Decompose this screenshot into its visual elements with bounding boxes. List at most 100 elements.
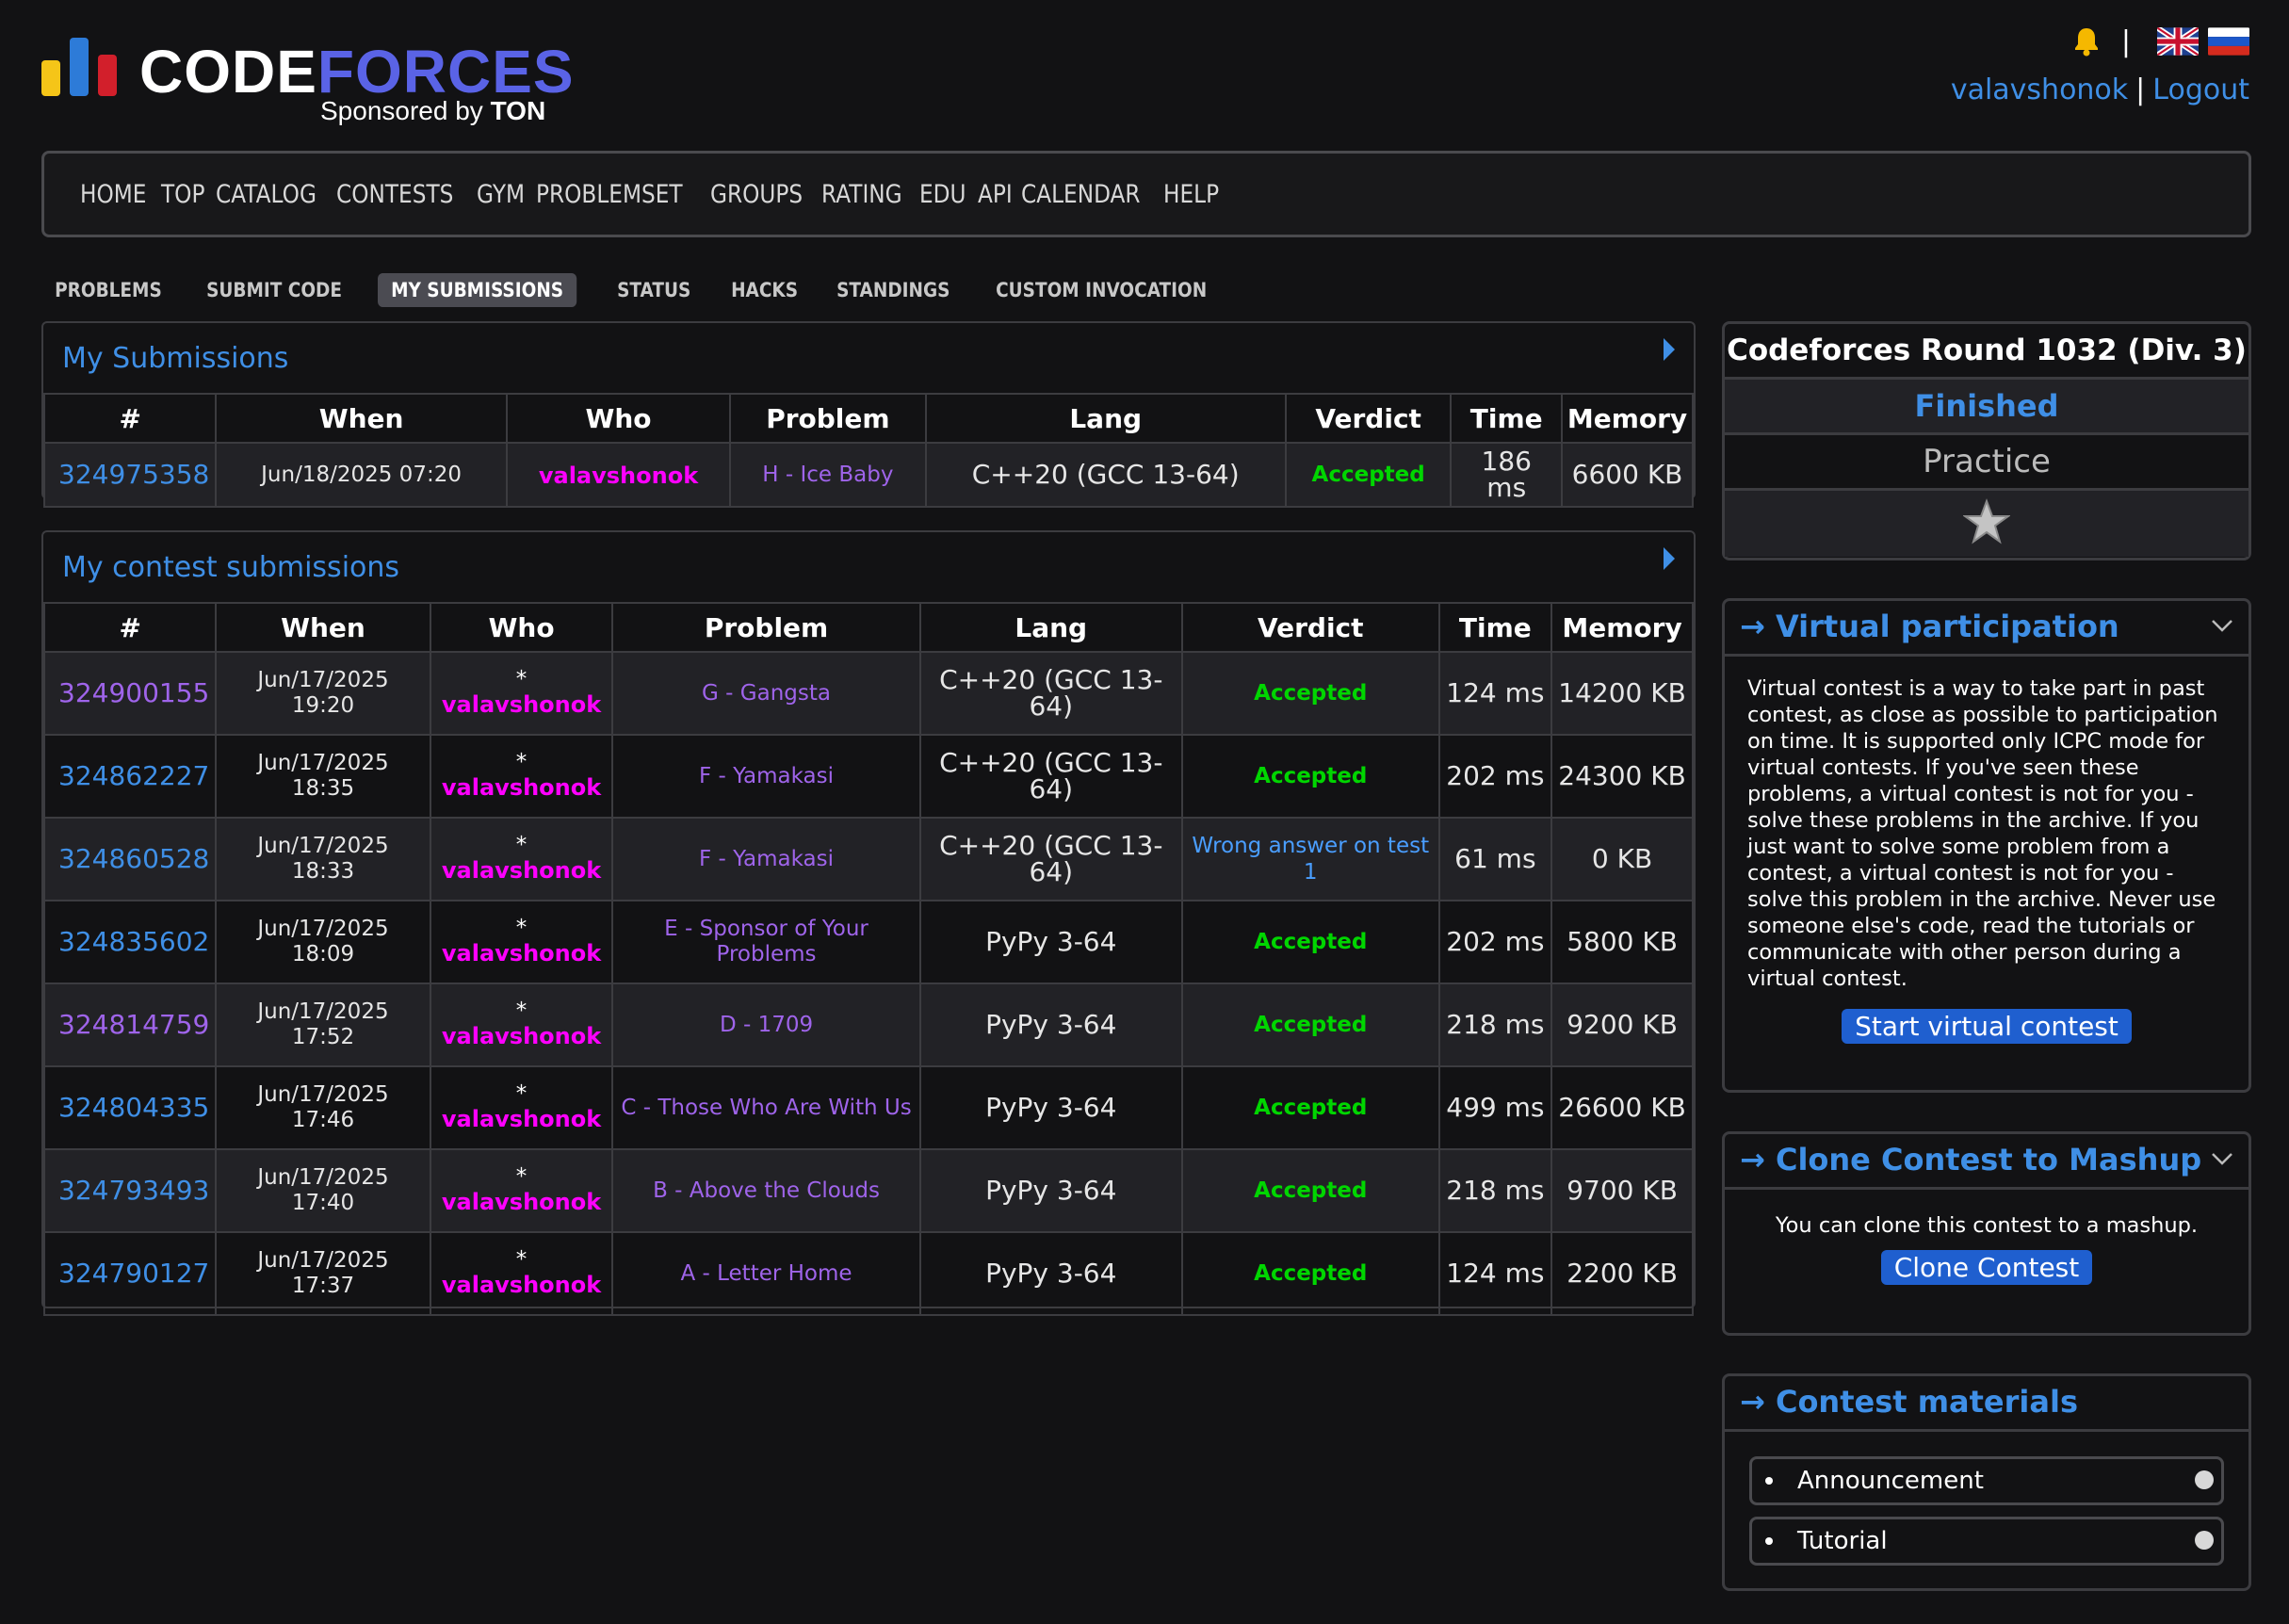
main-menu-item-help[interactable]: HELP — [1163, 180, 1219, 209]
virtual-marker: * — [515, 1163, 528, 1189]
table-row: 324790127 Jun/17/2025 17:37 * valavshonok A -… — [42, 1231, 1694, 1316]
column-header: Who — [429, 602, 614, 653]
main-menu: HOME TOP CATALOG CONTESTS GYM PROBLEMSET GROUP… — [41, 151, 2251, 237]
main-menu-item-rating[interactable]: RATING — [821, 180, 902, 209]
virtual-marker: * — [515, 749, 528, 774]
submission-time: 202 ms — [1437, 734, 1553, 819]
main-menu-item-catalog[interactable]: CATALOG — [216, 180, 317, 209]
submission-id-link[interactable]: 324835602 — [58, 926, 209, 957]
problem-link[interactable]: F - Yamakasi — [699, 764, 834, 788]
clone-contest-button[interactable]: Clone Contest — [1880, 1250, 2093, 1285]
material-label: Announcement — [1797, 1467, 1984, 1495]
author-link[interactable]: valavshonok — [442, 1272, 601, 1298]
chevron-down-icon[interactable] — [2211, 1147, 2233, 1170]
main-menu-item-gym[interactable]: GYM — [477, 180, 525, 209]
expand-arrow-icon[interactable] — [1664, 338, 1675, 361]
submission-id-link[interactable]: 324804335 — [58, 1092, 209, 1123]
close-icon[interactable] — [2195, 1470, 2214, 1489]
logout-link[interactable]: Logout — [2152, 73, 2249, 106]
problem-link[interactable]: A - Letter Home — [680, 1261, 852, 1286]
submission-id-link[interactable]: 324790127 — [58, 1258, 209, 1289]
author-link[interactable]: valavshonok — [442, 691, 601, 718]
submenu-item-custom-invocation[interactable]: CUSTOM INVOCATION — [982, 273, 1220, 307]
author-link[interactable]: valavshonok — [442, 1189, 601, 1215]
verdict-accepted[interactable]: Accepted — [1254, 1178, 1367, 1203]
problem-link[interactable]: C - Those Who Are With Us — [621, 1096, 911, 1120]
column-header: Verdict — [1284, 393, 1453, 444]
header-user-separator: | — [2135, 73, 2146, 106]
author-link[interactable]: valavshonok — [442, 1106, 601, 1132]
submission-time: 124 ms — [1437, 1231, 1553, 1316]
main-menu-item-problemset[interactable]: PROBLEMSET — [536, 180, 683, 209]
main-menu-item-api[interactable]: API — [978, 180, 1013, 209]
material-item-tutorial[interactable]: Tutorial — [1749, 1517, 2224, 1566]
favorite-star-icon[interactable] — [1961, 498, 2012, 545]
virtual-participation-text: Virtual contest is a way to take part in… — [1747, 676, 2218, 991]
clone-contest-text: You can clone this contest to a mashup. — [1775, 1213, 2199, 1238]
submenu-item-submit-code[interactable]: SUBMIT CODE — [193, 273, 355, 307]
verdict-accepted[interactable]: Accepted — [1254, 1096, 1367, 1120]
close-icon[interactable] — [2195, 1531, 2214, 1550]
submission-clock: 17:37 — [291, 1274, 355, 1298]
submission-id-link[interactable]: 324975358 — [58, 459, 209, 490]
chevron-down-icon[interactable] — [2211, 614, 2233, 637]
main-menu-item-top[interactable]: TOP — [161, 180, 204, 209]
codeforces-logo[interactable]: CODEFORCES Sponsored by TON — [41, 36, 574, 130]
username-link[interactable]: valavshonok — [1951, 73, 2128, 106]
main-menu-item-calendar[interactable]: CALENDAR — [1021, 180, 1141, 209]
submission-id-link[interactable]: 324862227 — [58, 760, 209, 791]
english-flag-icon[interactable] — [2157, 27, 2199, 56]
header-separator: | — [2120, 24, 2131, 58]
verdict-accepted[interactable]: Accepted — [1254, 764, 1367, 788]
main-menu-item-groups[interactable]: GROUPS — [710, 180, 803, 209]
main-menu-item-contests[interactable]: CONTESTS — [336, 180, 453, 209]
contest-name[interactable]: Codeforces Round 1032 (Div. 3) — [1725, 324, 2248, 377]
submission-id-link[interactable]: 324860528 — [58, 843, 209, 874]
submission-lang: PyPy 3-64 — [918, 983, 1183, 1067]
author-link[interactable]: valavshonok — [442, 774, 601, 801]
problem-link[interactable]: E - Sponsor of Your Problems — [664, 917, 869, 966]
submission-date: Jun/17/2025 — [257, 1248, 389, 1273]
virtual-participation-box: → Virtual participation Virtual contest … — [1722, 598, 2251, 1093]
submission-date: Jun/17/2025 — [257, 999, 389, 1024]
main-menu-item-home[interactable]: HOME — [80, 180, 146, 209]
submission-clock: 17:46 — [291, 1108, 355, 1132]
author-link[interactable]: valavshonok — [442, 1023, 601, 1049]
submission-lang: PyPy 3-64 — [918, 1231, 1183, 1316]
submenu-item-standings[interactable]: STANDINGS — [823, 273, 964, 307]
verdict-accepted[interactable]: Accepted — [1254, 681, 1367, 706]
problem-link[interactable]: H - Ice Baby — [762, 463, 893, 487]
author-link[interactable]: valavshonok — [442, 857, 601, 884]
submission-id-link[interactable]: 324900155 — [58, 677, 209, 708]
submenu-item-problems[interactable]: PROBLEMS — [41, 273, 175, 307]
main-menu-item-edu[interactable]: EDU — [919, 180, 966, 209]
notification-bell-icon[interactable] — [2070, 25, 2102, 57]
verdict-accepted[interactable]: Accepted — [1312, 463, 1425, 487]
submission-date: Jun/17/2025 — [257, 668, 389, 692]
author-link[interactable]: valavshonok — [539, 463, 698, 489]
submission-id-link[interactable]: 324793493 — [58, 1175, 209, 1206]
problem-link[interactable]: G - Gangsta — [702, 681, 831, 706]
material-item-announcement[interactable]: Announcement — [1749, 1456, 2224, 1505]
problem-link[interactable]: F - Yamakasi — [699, 847, 834, 871]
start-virtual-contest-button[interactable]: Start virtual contest — [1842, 1009, 2132, 1044]
submission-id-link[interactable]: 324814759 — [58, 1009, 209, 1040]
submission-when: Jun/17/2025 17:37 — [215, 1231, 431, 1316]
verdict-accepted[interactable]: Accepted — [1254, 930, 1367, 954]
submenu-item-my-submissions[interactable]: MY SUBMISSIONS — [377, 273, 576, 307]
russian-flag-icon[interactable] — [2208, 27, 2249, 56]
problem-link[interactable]: B - Above the Clouds — [653, 1178, 880, 1203]
verdict-accepted[interactable]: Accepted — [1254, 1013, 1367, 1037]
verdict-wrong-answer[interactable]: Wrong answer on test 1 — [1192, 834, 1429, 885]
column-header: Who — [505, 393, 732, 444]
expand-arrow-icon[interactable] — [1664, 547, 1675, 570]
contest-materials-box: → Contest materials Announcement Tutorial — [1722, 1373, 2251, 1591]
problem-link[interactable]: D - 1709 — [720, 1013, 813, 1037]
virtual-participation-title: → Virtual participation — [1740, 609, 2119, 644]
author-link[interactable]: valavshonok — [442, 940, 601, 966]
submenu-item-status[interactable]: STATUS — [604, 273, 704, 307]
submission-when: Jun/17/2025 17:46 — [215, 1065, 431, 1150]
submenu-item-hacks[interactable]: HACKS — [718, 273, 811, 307]
verdict-accepted[interactable]: Accepted — [1254, 1261, 1367, 1286]
table-row: 324900155 Jun/17/2025 19:20 * valavshonok G -… — [42, 651, 1694, 736]
